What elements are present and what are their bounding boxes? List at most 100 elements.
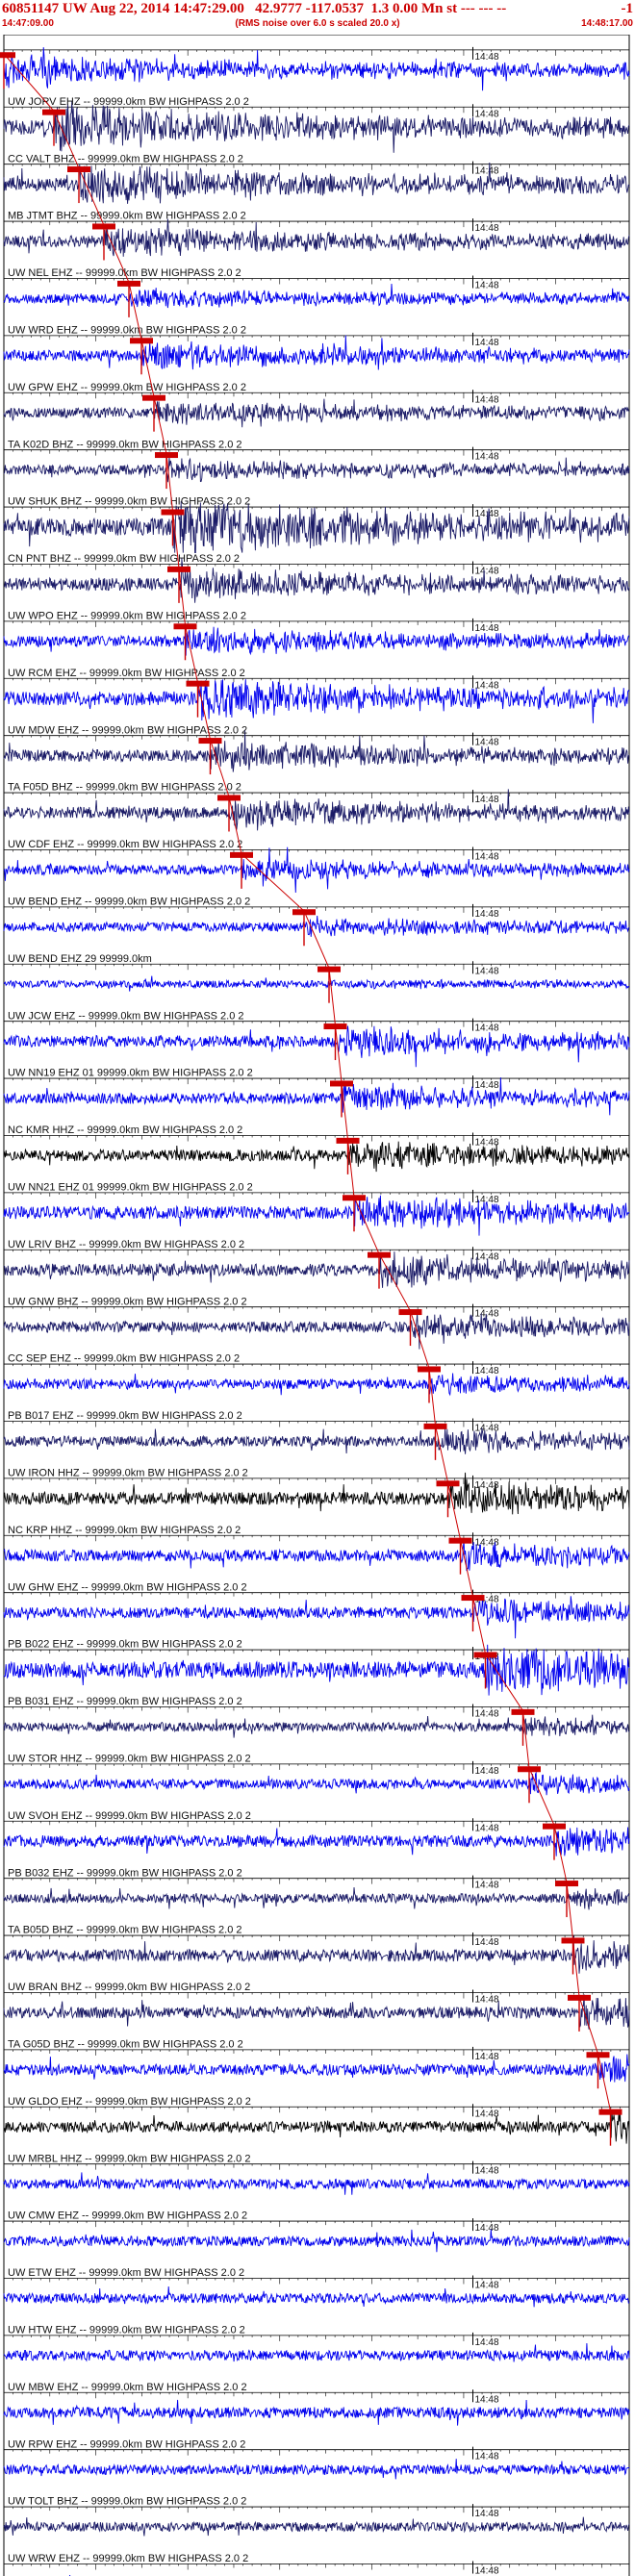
minute-tick-label: 14:48 [475, 1023, 499, 1034]
station-label: UW GHW EHZ -- 99999.0km BW HIGHPASS 2.0 … [8, 1581, 247, 1593]
station-label: MB JTMT BHZ -- 99999.0km BW HIGHPASS 2.0… [8, 211, 246, 222]
station-label: PB B017 EHZ -- 99999.0km BW HIGHPASS 2.0… [8, 1410, 242, 1422]
waveform-trace [3, 1373, 630, 1397]
minute-tick-label: 14:48 [475, 1708, 499, 1719]
station-label: UW STOR HHZ -- 99999.0km BW HIGHPASS 2.0… [8, 1754, 251, 1765]
event-title: 60851147 UW Aug 22, 2014 14:47:29.00 42.… [2, 1, 507, 16]
waveform-trace [3, 1994, 630, 2030]
waveform-trace [3, 457, 630, 483]
station-label: UW BEND EHZ -- 99999.0km BW HIGHPASS 2.0… [8, 897, 250, 908]
station-label: UW HTW EHZ -- 99999.0km BW HIGHPASS 2.0 … [8, 2325, 245, 2336]
station-label: UW RCM EHZ -- 99999.0km BW HIGHPASS 2.0 … [8, 668, 245, 679]
waveform-trace [3, 2111, 630, 2144]
minute-tick-label: 14:48 [475, 52, 499, 63]
minute-tick-label: 14:48 [475, 680, 499, 691]
minute-tick-label: 14:48 [475, 2166, 499, 2177]
waveform-trace [3, 846, 630, 894]
minute-tick-label: 14:48 [475, 566, 499, 576]
minute-tick-label: 14:48 [475, 851, 499, 862]
station-label: UW LRIV BHZ -- 99999.0km BW HIGHPASS 2.0… [8, 1239, 244, 1250]
waveform-trace [3, 2054, 630, 2083]
station-label: CC VALT BHZ -- 99999.0km BW HIGHPASS 2.0… [8, 153, 243, 164]
waveform-trace [3, 915, 630, 937]
minute-tick-label: 14:48 [475, 1309, 499, 1320]
station-label: NC KRP HHZ -- 99999.0km BW HIGHPASS 2.0 … [8, 1525, 241, 1536]
station-label: UW GLDO EHZ -- 99999.0km BW HIGHPASS 2.0… [8, 2096, 251, 2108]
minute-tick-label: 14:48 [475, 1137, 499, 1148]
station-label: UW CMW EHZ -- 99999.0km BW HIGHPASS 2.0 … [8, 2210, 247, 2222]
waveform-trace [3, 1195, 630, 1236]
station-label: TA G05D BHZ -- 99999.0km BW HIGHPASS 2.0… [8, 2039, 243, 2051]
minute-tick-label: 14:48 [475, 452, 499, 463]
waveform-trace [3, 1827, 630, 1856]
station-label: UW MDW EHZ -- 99999.0km BW HIGHPASS 2.0 … [8, 724, 247, 736]
waveform-trace [3, 1596, 630, 1639]
waveform-trace [3, 975, 630, 992]
waveform-trace [3, 626, 629, 656]
waveform-trace [3, 679, 630, 723]
station-label: UW NN21 EHZ 01 99999.0km BW HIGHPASS 2.0… [8, 1182, 253, 1194]
station-label: PB B022 EHZ -- 99999.0km BW HIGHPASS 2.0… [8, 1639, 242, 1651]
waveform-trace [3, 2172, 630, 2195]
minute-tick-label: 14:48 [475, 1994, 499, 2005]
waveform-trace [3, 1935, 630, 1974]
station-label: UW SVOH EHZ -- 99999.0km BW HIGHPASS 2.0… [8, 1810, 251, 1822]
minute-tick-label: 14:48 [475, 2223, 499, 2234]
minute-tick-label: 14:48 [475, 1823, 499, 1833]
waveform-trace [3, 1141, 630, 1173]
minute-tick-label: 14:48 [475, 2452, 499, 2462]
waveform-trace [3, 2399, 630, 2426]
minute-tick-label: 14:48 [475, 166, 499, 177]
station-label: UW ETW EHZ -- 99999.0km BW HIGHPASS 2.0 … [8, 2267, 244, 2279]
station-label: UW NN19 EHZ 01 99999.0km BW HIGHPASS 2.0… [8, 1068, 253, 1079]
station-label: TA F05D BHZ -- 99999.0km BW HIGHPASS 2.0… [8, 782, 241, 794]
station-label: UW JCW EHZ -- 99999.0km BW HIGHPASS 2.0 … [8, 1010, 244, 1022]
station-label: UW RPW EHZ -- 99999.0km BW HIGHPASS 2.0 … [8, 2438, 245, 2450]
waveform-trace [3, 2286, 630, 2308]
station-label: UW GNW BHZ -- 99999.0km BW HIGHPASS 2.0 … [8, 1296, 247, 1307]
minute-tick-label: 14:48 [475, 1766, 499, 1777]
minute-tick-label: 14:48 [475, 2052, 499, 2062]
minute-tick-label: 14:48 [475, 338, 499, 348]
station-label: UW JORV EHZ -- 99999.0km BW HIGHPASS 2.0… [8, 96, 249, 108]
waveform-trace [3, 283, 630, 309]
minute-tick-label: 14:48 [475, 1080, 499, 1091]
minute-tick-label: 14:48 [475, 966, 499, 976]
waveform-trace [3, 1771, 630, 1796]
station-label: TA B05D BHZ -- 99999.0km BW HIGHPASS 2.0… [8, 1925, 242, 1936]
minute-tick-label: 14:48 [475, 909, 499, 920]
waveform-trace [3, 2342, 630, 2362]
rms-noise-subtitle: (RMS noise over 6.0 s scaled 20.0 x) [235, 18, 400, 29]
station-label: UW WPO EHZ -- 99999.0km BW HIGHPASS 2.0 … [8, 611, 246, 622]
minute-tick-label: 14:48 [475, 1366, 499, 1376]
station-label: UW MRBL HHZ -- 99999.0km BW HIGHPASS 2.0… [8, 2153, 250, 2164]
header-right-mark: -1 [621, 1, 634, 16]
waveform-trace [3, 501, 630, 554]
minute-tick-label: 14:48 [475, 2509, 499, 2519]
waveform-trace [3, 1887, 630, 1910]
minute-tick-label: 14:48 [475, 2565, 499, 2576]
station-label: NC KMR HHZ -- 99999.0km BW HIGHPASS 2.0 … [8, 1124, 242, 1136]
waveform-trace [3, 1313, 630, 1350]
station-label: UW WRD EHZ -- 99999.0km BW HIGHPASS 2.0 … [8, 325, 246, 337]
waveform-trace [3, 1644, 630, 1696]
plot-header: 60851147 UW Aug 22, 2014 14:47:29.00 42.… [0, 0, 635, 35]
waveform-trace [3, 398, 630, 428]
minute-tick-label: 14:48 [475, 394, 499, 405]
minute-tick-label: 14:48 [475, 2337, 499, 2348]
minute-tick-label: 14:48 [475, 109, 499, 119]
waveform-trace [3, 789, 630, 831]
station-label: UW MBW EHZ -- 99999.0km BW HIGHPASS 2.0 … [8, 2382, 247, 2393]
waveform-trace [3, 1427, 630, 1454]
station-label: PB B032 EHZ -- 99999.0km BW HIGHPASS 2.0… [8, 1867, 242, 1879]
station-label: PB B031 EHZ -- 99999.0km BW HIGHPASS 2.0… [8, 1696, 242, 1707]
station-label: UW CDF EHZ -- 99999.0km BW HIGHPASS 2.0 … [8, 839, 242, 850]
pick-marker [0, 52, 15, 59]
waveform-trace [3, 47, 630, 91]
minute-tick-label: 14:48 [475, 223, 499, 234]
minute-tick-label: 14:48 [475, 795, 499, 805]
station-label: UW BRAN BHZ -- 99999.0km BW HIGHPASS 2.0… [8, 1982, 250, 1993]
station-label: TA K02D BHZ -- 99999.0km BW HIGHPASS 2.0… [8, 439, 242, 450]
waveform-trace [3, 335, 630, 370]
waveform-trace [3, 1025, 630, 1068]
